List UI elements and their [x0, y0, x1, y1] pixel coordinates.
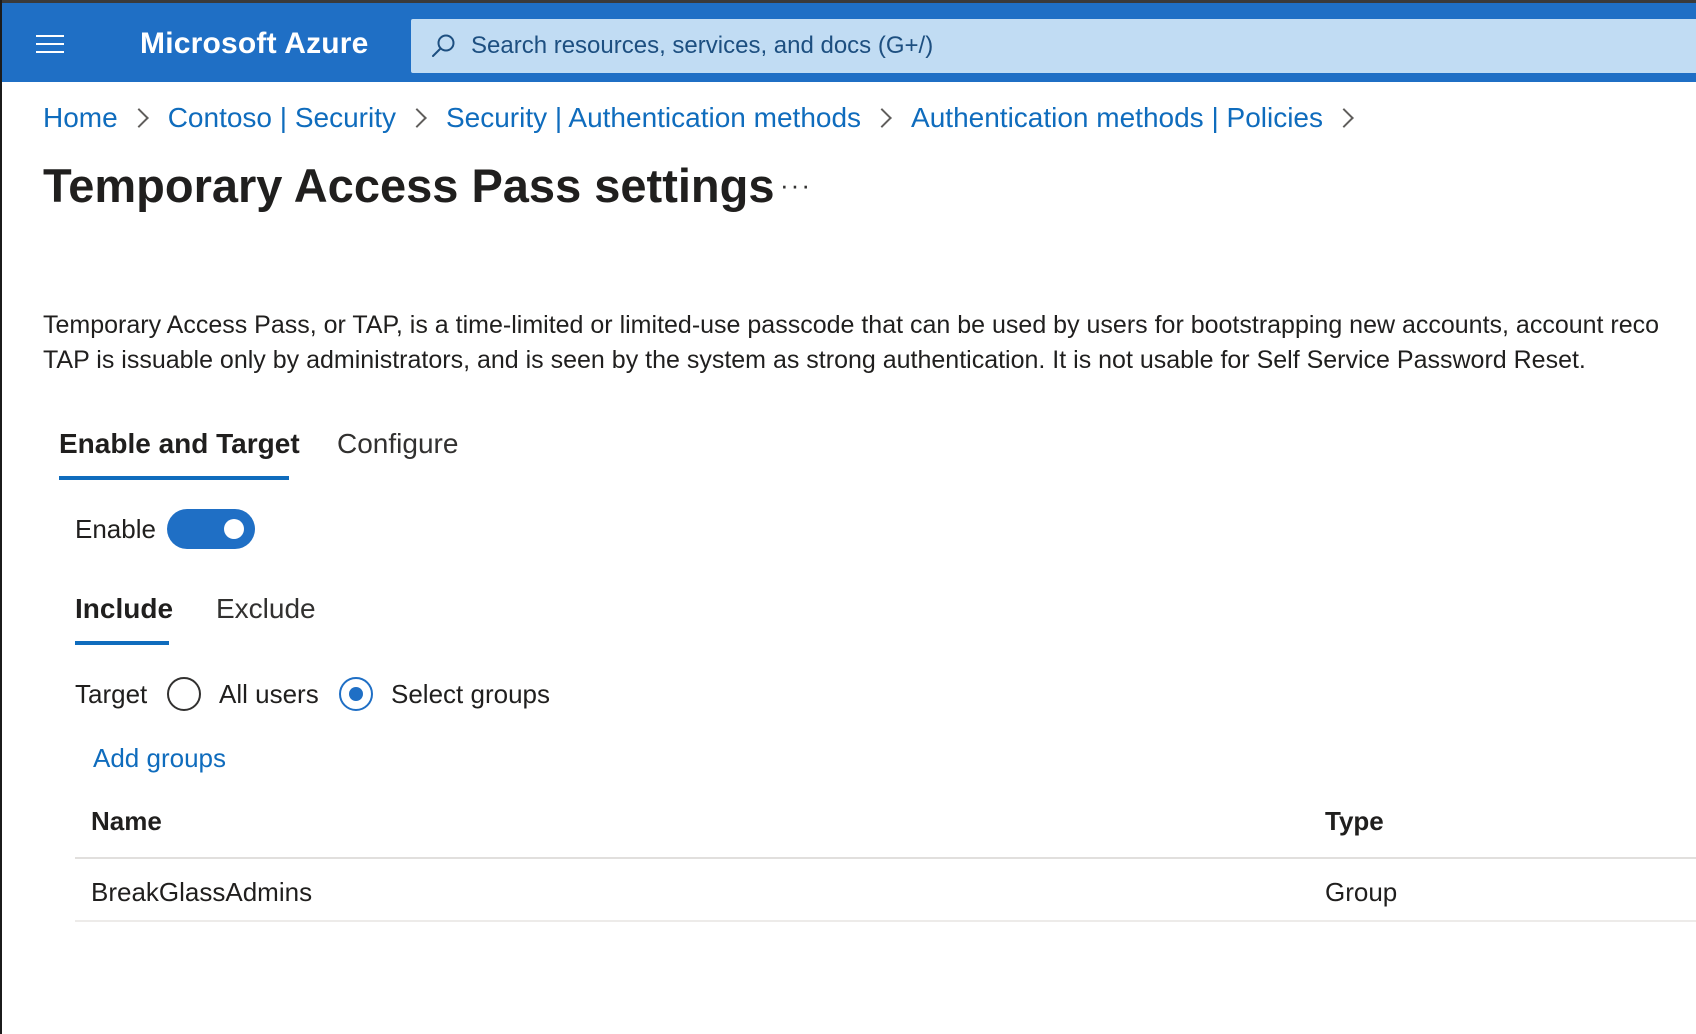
select-groups-radio[interactable]	[339, 677, 373, 711]
breadcrumb-security-authentication-methods[interactable]: Security | Authentication methods	[446, 102, 861, 134]
cell-group-name: BreakGlassAdmins	[91, 877, 313, 907]
chevron-right-icon	[1334, 108, 1354, 128]
all-users-radio[interactable]	[167, 677, 201, 711]
breadcrumb-home[interactable]: Home	[43, 102, 118, 134]
brand-title[interactable]: Microsoft Azure	[140, 27, 369, 61]
search-icon	[432, 34, 455, 57]
active-tab-indicator	[59, 476, 289, 480]
table-row-divider	[75, 920, 1696, 922]
chevron-right-icon	[872, 108, 892, 128]
top-bar: Microsoft Azure Search resources, servic…	[2, 0, 1696, 82]
enable-toggle[interactable]	[167, 509, 255, 549]
breadcrumb: Home Contoso | Security Security | Authe…	[43, 102, 1373, 134]
chevron-right-icon	[407, 108, 427, 128]
description-line: Temporary Access Pass, or TAP, is a time…	[43, 311, 1660, 339]
breadcrumb-contoso-security[interactable]: Contoso | Security	[168, 102, 396, 134]
search-placeholder: Search resources, services, and docs (G+…	[471, 32, 934, 59]
chevron-right-icon	[128, 108, 149, 128]
add-groups-link[interactable]: Add groups	[93, 743, 226, 774]
tab-configure[interactable]: Configure	[337, 428, 458, 460]
description-line: TAP is issuable only by administrators, …	[43, 346, 1586, 374]
table-row[interactable]	[75, 860, 1696, 922]
target-label: Target	[75, 679, 148, 709]
more-options-icon[interactable]: ···	[780, 170, 812, 201]
search-input[interactable]: Search resources, services, and docs (G+…	[411, 19, 1696, 73]
radio-selected-dot	[349, 687, 363, 701]
tab-exclude[interactable]: Exclude	[216, 593, 316, 625]
page-title: Temporary Access Pass settings	[43, 159, 775, 212]
column-header-name[interactable]: Name	[91, 806, 162, 837]
breadcrumb-authentication-methods-policies[interactable]: Authentication methods | Policies	[911, 102, 1323, 134]
select-groups-label[interactable]: Select groups	[391, 679, 550, 710]
active-subtab-indicator	[75, 641, 169, 645]
enable-label: Enable	[75, 514, 156, 544]
cell-group-type: Group	[1325, 877, 1398, 907]
column-header-type[interactable]: Type	[1325, 806, 1384, 837]
hamburger-menu-icon[interactable]	[36, 33, 64, 53]
toggle-knob	[224, 519, 244, 539]
all-users-label[interactable]: All users	[219, 679, 319, 710]
azure-portal-window: Microsoft Azure Search resources, servic…	[0, 0, 1696, 1034]
page-description: Temporary Access Pass, or TAP, is a time…	[43, 308, 1696, 378]
table-header-divider	[75, 857, 1696, 859]
tab-enable-and-target[interactable]: Enable and Target	[59, 428, 300, 460]
tab-include[interactable]: Include	[75, 593, 173, 625]
